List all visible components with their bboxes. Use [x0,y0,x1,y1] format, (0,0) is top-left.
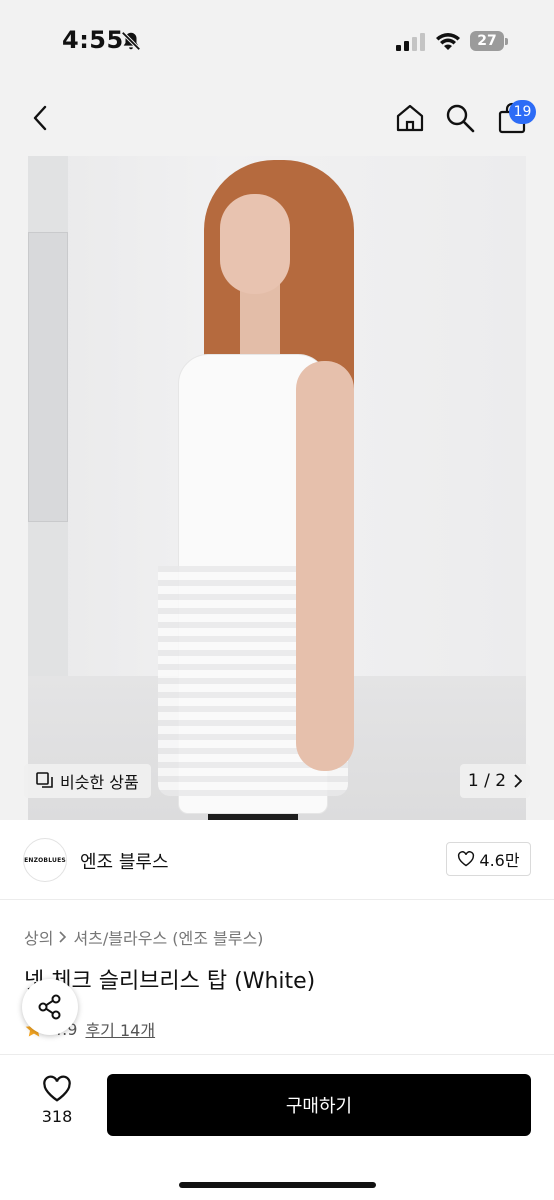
home-icon [396,104,424,132]
buy-button-label: 구매하기 [285,1096,353,1117]
brand-like-button[interactable]: 4.6만 [446,842,531,876]
chevron-left-icon [33,105,47,131]
image-pager-label: 1 / 2 [467,771,507,791]
breadcrumb-category[interactable]: 상의 [24,925,53,949]
battery-level: 27 [470,31,504,51]
cellular-signal-icon [396,33,426,51]
share-button[interactable] [22,979,78,1035]
bell-off-icon [120,30,142,56]
wishlist-count: 318 [41,1107,73,1126]
breadcrumb-subcategory[interactable]: 셔츠/블라우스 (엔조 블루스) [73,925,263,949]
status-bar: 4:55 27 [0,0,554,84]
status-time: 4:55 [62,26,124,54]
battery-icon: 27 [470,31,508,51]
brand-like-count: 4.6만 [479,851,520,870]
search-icon [446,104,475,133]
copy-icon [36,772,53,788]
brand-name[interactable]: 엔조 블루스 [80,848,169,874]
brand-logo-text: ENZOBLUES [24,856,66,864]
similar-products-button[interactable]: 비슷한 상품 [24,764,151,798]
home-indicator [179,1182,376,1188]
back-button[interactable] [22,100,58,136]
wishlist-button[interactable]: 318 [28,1075,86,1135]
heart-icon [458,851,475,867]
home-button[interactable] [392,100,428,136]
product-photo [28,156,526,820]
nav-bar [0,84,554,156]
search-button[interactable] [442,100,478,136]
brand-row: ENZOBLUES 엔조 블루스 4.6만 [0,820,554,900]
chevron-right-icon [514,774,523,788]
wifi-icon [435,30,461,56]
similar-products-label: 비슷한 상품 [60,773,139,792]
buy-button[interactable]: 구매하기 [107,1074,531,1136]
review-count-link[interactable]: 후기 14개 [85,1017,155,1041]
breadcrumb: 상의 셔츠/블라우스 (엔조 블루스) [24,925,263,949]
chevron-right-icon [59,931,67,943]
heart-icon [43,1075,71,1102]
product-image-carousel[interactable]: 비슷한 상품 1 / 2 [0,156,554,820]
share-icon [38,994,61,1020]
bottom-action-bar: 318 구매하기 [0,1054,554,1200]
image-pager-button[interactable]: 1 / 2 [460,764,530,798]
cart-count-badge: 19 [509,100,536,124]
brand-logo[interactable]: ENZOBLUES [23,838,67,882]
